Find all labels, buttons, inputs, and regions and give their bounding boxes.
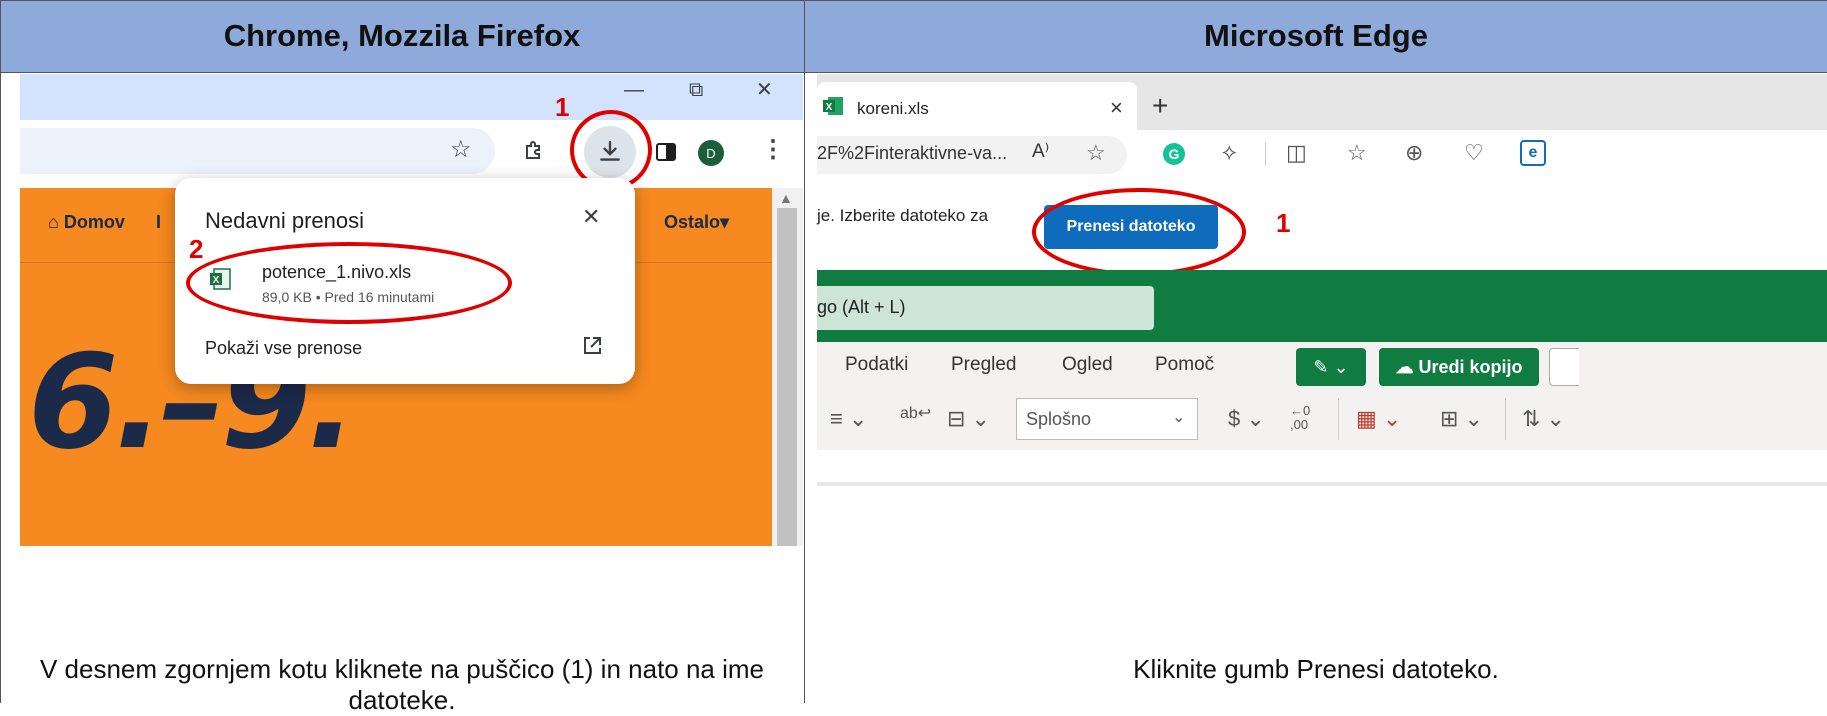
column-divider xyxy=(804,0,805,703)
read-aloud-icon[interactable]: A⁾ xyxy=(1032,140,1049,163)
open-external-icon[interactable] xyxy=(580,334,604,358)
sort-filter-icon[interactable]: ⇅ ⌄ xyxy=(1522,408,1565,430)
address-text[interactable]: 2F%2Finteraktivne-va... xyxy=(817,143,1007,164)
ribbon-tab-pomoc[interactable]: Pomoč xyxy=(1155,354,1214,376)
svg-text:X: X xyxy=(826,102,833,113)
right-column-header: Microsoft Edge xyxy=(805,0,1827,72)
chrome-title-bar xyxy=(20,74,803,120)
split-screen-icon[interactable]: ◫ xyxy=(1286,142,1307,164)
right-header-text: Microsoft Edge xyxy=(1204,18,1428,53)
browser-essentials-icon[interactable]: ♡ xyxy=(1464,142,1484,164)
edit-mode-button[interactable]: ✎ ⌄ xyxy=(1296,348,1366,386)
left-header-text: Chrome, Mozzila Firefox xyxy=(223,18,581,53)
left-column-header: Chrome, Mozzila Firefox xyxy=(0,0,804,72)
popup-title: Nedavni prenosi xyxy=(205,208,364,233)
grammarly-icon[interactable]: G xyxy=(1163,143,1185,165)
new-tab-icon[interactable]: + xyxy=(1152,90,1168,122)
ribbon-divider-2 xyxy=(1505,398,1506,440)
edge-marker-one: 1 xyxy=(1276,208,1291,238)
favorites-icon[interactable]: ☆ xyxy=(1347,142,1367,164)
caret-down-icon: ▾ xyxy=(720,212,730,232)
nav-home-label: Domov xyxy=(63,212,125,232)
conditional-format-icon[interactable]: ▦ ⌄ xyxy=(1356,408,1401,430)
minimize-icon[interactable]: — xyxy=(624,80,644,100)
ribbon-divider xyxy=(1338,398,1339,440)
marker-two: 2 xyxy=(189,234,204,264)
extension-icon[interactable] xyxy=(522,138,546,162)
edit-copy-label: Uredi kopijo xyxy=(1418,356,1523,377)
highlight-ellipse-file xyxy=(186,242,512,324)
restore-icon[interactable]: ⧉ xyxy=(689,80,703,100)
scroll-up-icon[interactable]: ▲ xyxy=(779,190,793,206)
close-icon[interactable]: ✕ xyxy=(582,206,600,228)
show-all-downloads-link[interactable]: Pokaži vse prenose xyxy=(205,338,362,359)
share-button-partial[interactable] xyxy=(1549,348,1579,386)
edge-sidebar-icon[interactable]: e xyxy=(1520,140,1546,166)
window-close-icon[interactable]: ✕ xyxy=(756,80,773,100)
align-icon[interactable]: ≡ ⌄ xyxy=(830,408,867,430)
currency-icon[interactable]: $ ⌄ xyxy=(1228,408,1265,430)
excel-search-text[interactable]: go (Alt + L) xyxy=(817,297,906,318)
edit-copy-button[interactable]: ☁ Uredi kopijo xyxy=(1379,348,1539,386)
merge-cells-icon[interactable]: ⊟ ⌄ xyxy=(947,408,990,430)
tab-title[interactable]: koreni.xls xyxy=(857,99,929,119)
ribbon-tab-ogled[interactable]: Ogled xyxy=(1062,354,1113,376)
menu-icon[interactable]: ⋮ xyxy=(761,138,785,162)
nav-home-link[interactable]: ⌂ Domov xyxy=(48,212,125,233)
insert-cells-icon[interactable]: ⊞ ⌄ xyxy=(1440,408,1483,430)
excel-tab-icon: X xyxy=(822,95,844,117)
ribbon-tab-pregled[interactable]: Pregled xyxy=(951,354,1017,376)
decimal-icon[interactable]: ←0 ,00 xyxy=(1290,403,1310,433)
formula-bar-separator xyxy=(817,482,1827,486)
top-border xyxy=(0,0,1827,1)
home-icon: ⌂ xyxy=(48,212,59,232)
star-icon[interactable]: ☆ xyxy=(450,138,472,162)
collections-icon[interactable]: ⊕ xyxy=(1405,142,1423,164)
tab-close-icon[interactable]: × xyxy=(1110,95,1123,121)
nav-other-link[interactable]: Ostalo▾ xyxy=(664,212,729,233)
toolbar-divider xyxy=(1265,142,1266,166)
right-caption: Kliknite gumb Prenesi datoteko. xyxy=(1133,654,1499,684)
extensions-icon[interactable]: ⟡ xyxy=(1222,141,1237,163)
nav-partial-item[interactable]: I xyxy=(156,212,161,233)
cloud-icon: ☁ xyxy=(1395,356,1419,377)
header-divider xyxy=(0,72,1827,73)
notice-text: je. Izberite datoteko za xyxy=(817,206,989,225)
nav-other-label: Ostalo xyxy=(664,212,721,232)
scrollbar-thumb[interactable] xyxy=(777,208,797,546)
number-format-value: Splošno xyxy=(1026,409,1092,429)
marker-one: 1 xyxy=(555,92,570,122)
ribbon-tab-podatki[interactable]: Podatki xyxy=(845,354,908,376)
left-caption: V desnem zgornjem kotu kliknete na pušči… xyxy=(39,654,765,715)
avatar[interactable]: D xyxy=(698,140,724,166)
highlight-ellipse-button xyxy=(1032,188,1246,276)
chevron-down-icon: ⌄ xyxy=(1172,409,1186,426)
sidepanel-icon[interactable] xyxy=(654,140,678,164)
chrome-address-bar[interactable] xyxy=(20,128,495,174)
wrap-text-icon[interactable]: ab↩ xyxy=(900,406,931,422)
favorite-star-icon[interactable]: ☆ xyxy=(1086,142,1106,164)
left-border xyxy=(0,0,1,703)
